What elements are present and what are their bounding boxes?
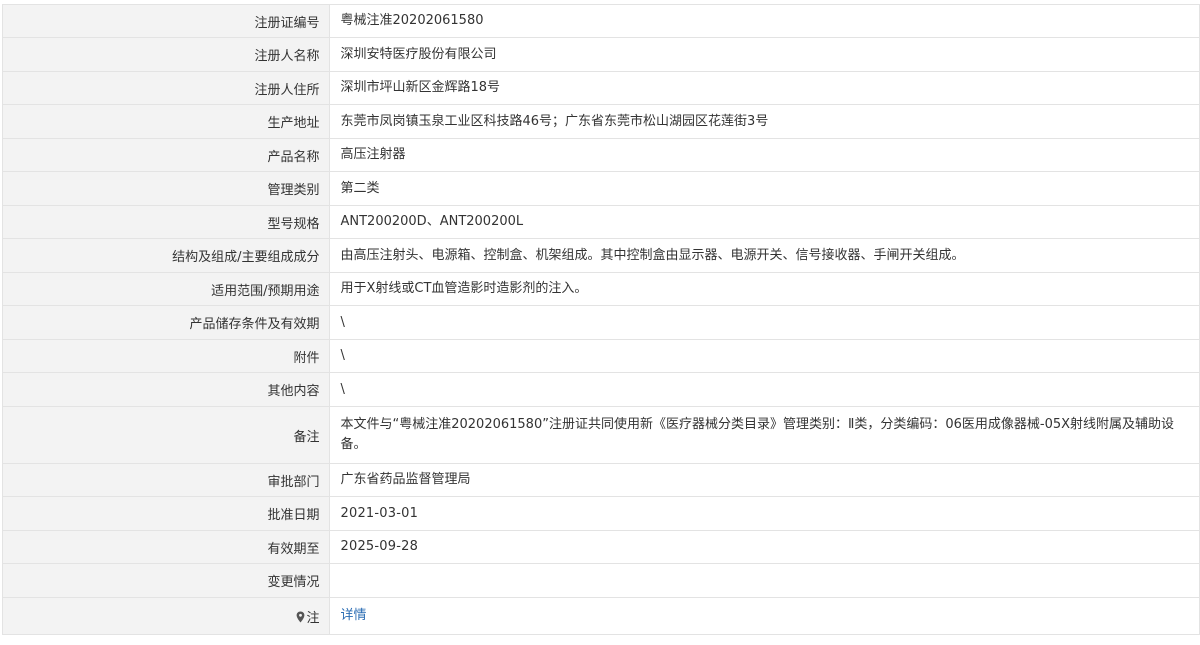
value-note: 详情 xyxy=(329,597,1199,635)
row-production-address: 生产地址 东莞市凤岗镇玉泉工业区科技路46号；广东省东莞市松山湖园区花莲街3号 xyxy=(3,104,1199,139)
value-product-name: 高压注射器 xyxy=(329,138,1199,172)
label-registration-number: 注册证编号 xyxy=(3,5,330,38)
details-link[interactable]: 详情 xyxy=(341,608,367,623)
label-remarks: 备注 xyxy=(3,406,330,464)
value-registrant-name: 深圳安特医疗股份有限公司 xyxy=(329,37,1199,72)
row-note: 注 详情 xyxy=(3,597,1199,635)
row-structure-composition: 结构及组成/主要组成成分 由高压注射头、电源箱、控制盒、机架组成。其中控制盒由显… xyxy=(3,238,1199,273)
value-attachments: \ xyxy=(329,339,1199,373)
label-model-spec: 型号规格 xyxy=(3,205,330,239)
row-approval-department: 审批部门 广东省药品监督管理局 xyxy=(3,463,1199,497)
value-approval-department: 广东省药品监督管理局 xyxy=(329,463,1199,497)
value-structure-composition: 由高压注射头、电源箱、控制盒、机架组成。其中控制盒由显示器、电源开关、信号接收器… xyxy=(329,238,1199,273)
row-other-content: 其他内容 \ xyxy=(3,372,1199,407)
value-registration-number: 粤械注准20202061580 xyxy=(329,5,1199,38)
value-registrant-address: 深圳市坪山新区金辉路18号 xyxy=(329,71,1199,105)
row-registration-number: 注册证编号 粤械注准20202061580 xyxy=(3,5,1199,38)
row-intended-use: 适用范围/预期用途 用于X射线或CT血管造影时造影剂的注入。 xyxy=(3,272,1199,306)
value-management-category: 第二类 xyxy=(329,171,1199,206)
label-management-category: 管理类别 xyxy=(3,171,330,206)
label-structure-composition: 结构及组成/主要组成成分 xyxy=(3,238,330,273)
value-valid-until: 2025-09-28 xyxy=(329,530,1199,564)
value-remarks: 本文件与“粤械注准20202061580”注册证共同使用新《医疗器械分类目录》管… xyxy=(329,406,1199,464)
label-approval-date: 批准日期 xyxy=(3,496,330,531)
value-other-content: \ xyxy=(329,372,1199,407)
row-model-spec: 型号规格 ANT200200D、ANT200200L xyxy=(3,205,1199,239)
registration-info-table: 注册证编号 粤械注准20202061580 注册人名称 深圳安特医疗股份有限公司… xyxy=(3,5,1199,635)
value-change-status xyxy=(329,563,1199,598)
row-storage-validity: 产品储存条件及有效期 \ xyxy=(3,305,1199,340)
label-storage-validity: 产品储存条件及有效期 xyxy=(3,305,330,340)
value-intended-use: 用于X射线或CT血管造影时造影剂的注入。 xyxy=(329,272,1199,306)
map-pin-icon xyxy=(297,611,305,622)
row-product-name: 产品名称 高压注射器 xyxy=(3,138,1199,172)
row-registrant-address: 注册人住所 深圳市坪山新区金辉路18号 xyxy=(3,71,1199,105)
registration-info-panel: 注册证编号 粤械注准20202061580 注册人名称 深圳安特医疗股份有限公司… xyxy=(2,4,1200,635)
value-approval-date: 2021-03-01 xyxy=(329,496,1199,531)
row-change-status: 变更情况 xyxy=(3,563,1199,598)
value-storage-validity: \ xyxy=(329,305,1199,340)
label-registrant-name: 注册人名称 xyxy=(3,37,330,72)
row-management-category: 管理类别 第二类 xyxy=(3,171,1199,206)
label-product-name: 产品名称 xyxy=(3,138,330,172)
label-intended-use: 适用范围/预期用途 xyxy=(3,272,330,306)
row-registrant-name: 注册人名称 深圳安特医疗股份有限公司 xyxy=(3,37,1199,72)
label-registrant-address: 注册人住所 xyxy=(3,71,330,105)
note-label-text: 注 xyxy=(306,610,320,626)
row-valid-until: 有效期至 2025-09-28 xyxy=(3,530,1199,564)
value-production-address: 东莞市凤岗镇玉泉工业区科技路46号；广东省东莞市松山湖园区花莲街3号 xyxy=(329,104,1199,139)
label-approval-department: 审批部门 xyxy=(3,463,330,497)
value-model-spec: ANT200200D、ANT200200L xyxy=(329,205,1199,239)
label-other-content: 其他内容 xyxy=(3,372,330,407)
row-attachments: 附件 \ xyxy=(3,339,1199,373)
label-valid-until: 有效期至 xyxy=(3,530,330,564)
label-change-status: 变更情况 xyxy=(3,563,330,598)
label-production-address: 生产地址 xyxy=(3,104,330,139)
label-attachments: 附件 xyxy=(3,339,330,373)
label-note: 注 xyxy=(3,597,330,635)
row-remarks: 备注 本文件与“粤械注准20202061580”注册证共同使用新《医疗器械分类目… xyxy=(3,406,1199,464)
row-approval-date: 批准日期 2021-03-01 xyxy=(3,496,1199,531)
